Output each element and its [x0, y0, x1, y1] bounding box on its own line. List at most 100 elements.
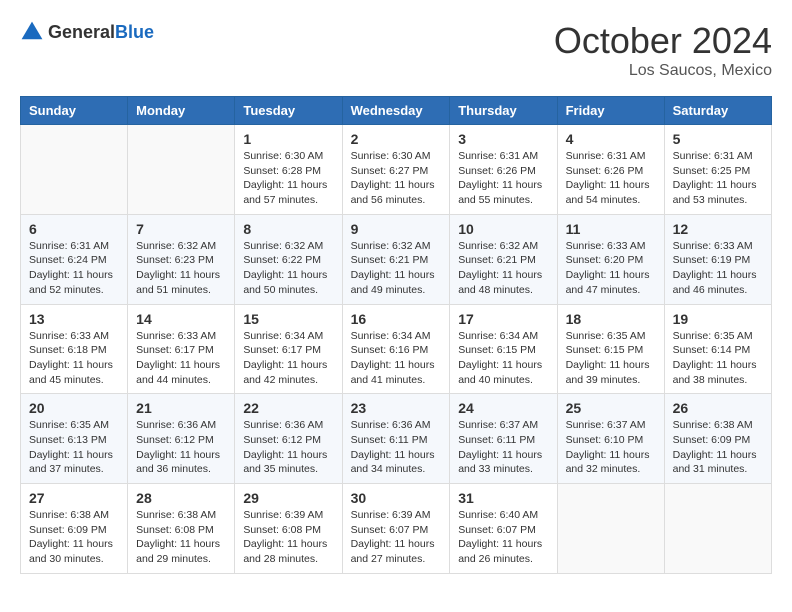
calendar-cell: 27 Sunrise: 6:38 AM Sunset: 6:09 PM Dayli…	[21, 484, 128, 574]
day-info: Sunrise: 6:33 AM Sunset: 6:19 PM Dayligh…	[673, 239, 763, 298]
calendar-cell: 31 Sunrise: 6:40 AM Sunset: 6:07 PM Dayli…	[450, 484, 557, 574]
calendar-cell: 13 Sunrise: 6:33 AM Sunset: 6:18 PM Dayli…	[21, 304, 128, 394]
day-info: Sunrise: 6:40 AM Sunset: 6:07 PM Dayligh…	[458, 508, 548, 567]
day-info: Sunrise: 6:39 AM Sunset: 6:07 PM Dayligh…	[351, 508, 442, 567]
day-info: Sunrise: 6:32 AM Sunset: 6:21 PM Dayligh…	[458, 239, 548, 298]
logo-text-blue: Blue	[115, 22, 154, 42]
calendar-cell: 30 Sunrise: 6:39 AM Sunset: 6:07 PM Dayli…	[342, 484, 450, 574]
calendar-cell: 21 Sunrise: 6:36 AM Sunset: 6:12 PM Dayli…	[128, 394, 235, 484]
day-info: Sunrise: 6:36 AM Sunset: 6:11 PM Dayligh…	[351, 418, 442, 477]
day-info: Sunrise: 6:32 AM Sunset: 6:21 PM Dayligh…	[351, 239, 442, 298]
day-info: Sunrise: 6:35 AM Sunset: 6:14 PM Dayligh…	[673, 329, 763, 388]
day-number: 22	[243, 400, 333, 416]
calendar-cell: 29Sunrise: 6:39 AM Sunset: 6:08 PM Dayli…	[235, 484, 342, 574]
day-number: 30	[351, 490, 442, 506]
day-number: 18	[566, 311, 656, 327]
calendar-cell: 24 Sunrise: 6:37 AM Sunset: 6:11 PM Dayli…	[450, 394, 557, 484]
day-number: 10	[458, 221, 548, 237]
day-info: Sunrise: 6:37 AM Sunset: 6:10 PM Dayligh…	[566, 418, 656, 477]
calendar-header-friday: Friday	[557, 97, 664, 125]
calendar-cell: 26Sunrise: 6:38 AM Sunset: 6:09 PM Dayli…	[664, 394, 771, 484]
day-number: 23	[351, 400, 442, 416]
day-number: 3	[458, 131, 548, 147]
day-info: Sunrise: 6:32 AM Sunset: 6:23 PM Dayligh…	[136, 239, 226, 298]
day-info: Sunrise: 6:34 AM Sunset: 6:17 PM Dayligh…	[243, 329, 333, 388]
calendar-cell: 14 Sunrise: 6:33 AM Sunset: 6:17 PM Dayli…	[128, 304, 235, 394]
day-number: 5	[673, 131, 763, 147]
day-info: Sunrise: 6:33 AM Sunset: 6:18 PM Dayligh…	[29, 329, 119, 388]
calendar-header-tuesday: Tuesday	[235, 97, 342, 125]
day-info: Sunrise: 6:38 AM Sunset: 6:09 PM Dayligh…	[29, 508, 119, 567]
calendar-cell: 22 Sunrise: 6:36 AM Sunset: 6:12 PM Dayli…	[235, 394, 342, 484]
calendar-header-row: SundayMondayTuesdayWednesdayThursdayFrid…	[21, 97, 772, 125]
day-number: 24	[458, 400, 548, 416]
day-info: Sunrise: 6:31 AM Sunset: 6:24 PM Dayligh…	[29, 239, 119, 298]
calendar-header-sunday: Sunday	[21, 97, 128, 125]
calendar-cell: 4 Sunrise: 6:31 AM Sunset: 6:26 PM Daylig…	[557, 125, 664, 215]
calendar-cell: 10 Sunrise: 6:32 AM Sunset: 6:21 PM Dayli…	[450, 214, 557, 304]
calendar-cell: 8 Sunrise: 6:32 AM Sunset: 6:22 PM Daylig…	[235, 214, 342, 304]
day-number: 16	[351, 311, 442, 327]
calendar-cell	[557, 484, 664, 574]
day-info: Sunrise: 6:36 AM Sunset: 6:12 PM Dayligh…	[243, 418, 333, 477]
day-number: 14	[136, 311, 226, 327]
logo: GeneralBlue	[20, 20, 154, 44]
calendar-cell: 12 Sunrise: 6:33 AM Sunset: 6:19 PM Dayli…	[664, 214, 771, 304]
day-info: Sunrise: 6:31 AM Sunset: 6:25 PM Dayligh…	[673, 149, 763, 208]
day-info: Sunrise: 6:32 AM Sunset: 6:22 PM Dayligh…	[243, 239, 333, 298]
calendar-cell: 20Sunrise: 6:35 AM Sunset: 6:13 PM Dayli…	[21, 394, 128, 484]
day-info: Sunrise: 6:34 AM Sunset: 6:15 PM Dayligh…	[458, 329, 548, 388]
day-info: Sunrise: 6:34 AM Sunset: 6:16 PM Dayligh…	[351, 329, 442, 388]
day-number: 8	[243, 221, 333, 237]
calendar-cell: 11 Sunrise: 6:33 AM Sunset: 6:20 PM Dayli…	[557, 214, 664, 304]
calendar-cell: 2 Sunrise: 6:30 AM Sunset: 6:27 PM Daylig…	[342, 125, 450, 215]
calendar-cell	[664, 484, 771, 574]
calendar-cell	[128, 125, 235, 215]
page-header: GeneralBlue October 2024 Los Saucos, Mex…	[20, 20, 772, 80]
calendar-header-monday: Monday	[128, 97, 235, 125]
day-info: Sunrise: 6:35 AM Sunset: 6:15 PM Dayligh…	[566, 329, 656, 388]
day-number: 9	[351, 221, 442, 237]
calendar-week-row: 20Sunrise: 6:35 AM Sunset: 6:13 PM Dayli…	[21, 394, 772, 484]
calendar-cell: 7Sunrise: 6:32 AM Sunset: 6:23 PM Daylig…	[128, 214, 235, 304]
month-title: October 2024	[554, 20, 772, 62]
calendar-table: SundayMondayTuesdayWednesdayThursdayFrid…	[20, 96, 772, 574]
day-number: 15	[243, 311, 333, 327]
day-number: 4	[566, 131, 656, 147]
day-info: Sunrise: 6:36 AM Sunset: 6:12 PM Dayligh…	[136, 418, 226, 477]
day-number: 31	[458, 490, 548, 506]
calendar-header-saturday: Saturday	[664, 97, 771, 125]
day-number: 1	[243, 131, 333, 147]
day-number: 6	[29, 221, 119, 237]
day-number: 17	[458, 311, 548, 327]
day-number: 26	[673, 400, 763, 416]
day-info: Sunrise: 6:33 AM Sunset: 6:17 PM Dayligh…	[136, 329, 226, 388]
calendar-cell: 9 Sunrise: 6:32 AM Sunset: 6:21 PM Daylig…	[342, 214, 450, 304]
day-info: Sunrise: 6:30 AM Sunset: 6:28 PM Dayligh…	[243, 149, 333, 208]
calendar-week-row: 13 Sunrise: 6:33 AM Sunset: 6:18 PM Dayli…	[21, 304, 772, 394]
calendar-cell: 15 Sunrise: 6:34 AM Sunset: 6:17 PM Dayli…	[235, 304, 342, 394]
calendar-week-row: 6 Sunrise: 6:31 AM Sunset: 6:24 PM Daylig…	[21, 214, 772, 304]
day-info: Sunrise: 6:30 AM Sunset: 6:27 PM Dayligh…	[351, 149, 442, 208]
calendar-cell: 19 Sunrise: 6:35 AM Sunset: 6:14 PM Dayli…	[664, 304, 771, 394]
title-block: October 2024 Los Saucos, Mexico	[554, 20, 772, 80]
day-number: 27	[29, 490, 119, 506]
day-number: 11	[566, 221, 656, 237]
day-number: 21	[136, 400, 226, 416]
day-info: Sunrise: 6:37 AM Sunset: 6:11 PM Dayligh…	[458, 418, 548, 477]
day-number: 2	[351, 131, 442, 147]
day-number: 13	[29, 311, 119, 327]
day-info: Sunrise: 6:33 AM Sunset: 6:20 PM Dayligh…	[566, 239, 656, 298]
calendar-cell: 17 Sunrise: 6:34 AM Sunset: 6:15 PM Dayli…	[450, 304, 557, 394]
day-number: 12	[673, 221, 763, 237]
calendar-cell: 28Sunrise: 6:38 AM Sunset: 6:08 PM Dayli…	[128, 484, 235, 574]
calendar-cell: 16 Sunrise: 6:34 AM Sunset: 6:16 PM Dayli…	[342, 304, 450, 394]
calendar-header-thursday: Thursday	[450, 97, 557, 125]
calendar-week-row: 1 Sunrise: 6:30 AM Sunset: 6:28 PM Daylig…	[21, 125, 772, 215]
day-info: Sunrise: 6:31 AM Sunset: 6:26 PM Dayligh…	[458, 149, 548, 208]
calendar-cell: 18 Sunrise: 6:35 AM Sunset: 6:15 PM Dayli…	[557, 304, 664, 394]
day-number: 19	[673, 311, 763, 327]
day-info: Sunrise: 6:31 AM Sunset: 6:26 PM Dayligh…	[566, 149, 656, 208]
calendar-header-wednesday: Wednesday	[342, 97, 450, 125]
day-number: 28	[136, 490, 226, 506]
